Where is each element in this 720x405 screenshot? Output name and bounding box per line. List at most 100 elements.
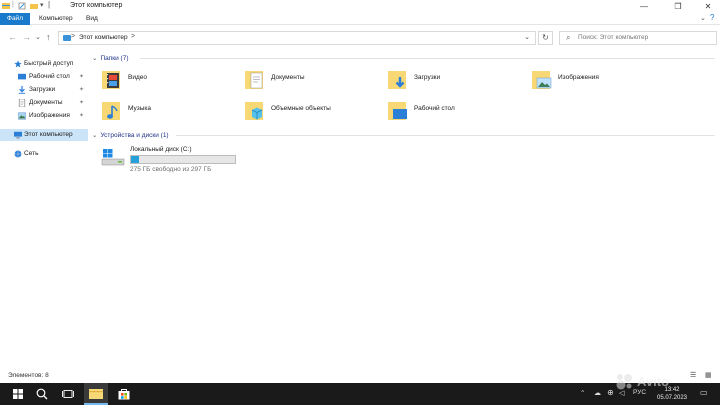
folders-group-divider — [140, 58, 715, 59]
3d-objects-folder-icon — [245, 102, 263, 120]
title-divider: | — [12, 1, 14, 8]
store-icon — [118, 389, 130, 400]
sidebar-item-desktop[interactable]: Рабочий стол ✦ — [0, 71, 88, 83]
ribbon-tabs: Файл Компьютер Вид ⌄ ? — [0, 13, 720, 25]
clock-date: 05.07.2023 — [656, 395, 688, 401]
notifications-icon[interactable]: ▭ — [700, 388, 708, 397]
new-folder-icon[interactable] — [30, 2, 38, 10]
collapse-chevron-icon[interactable]: ⌄ — [92, 132, 97, 139]
folder-video[interactable]: Видео — [102, 69, 242, 95]
pin-icon: ✦ — [79, 113, 85, 119]
back-button[interactable]: ← — [8, 32, 17, 42]
taskbar: ⌃ ☁ ⊕ ◁ РУС 13:42 05.07.2023 ▭ Avito — [0, 374, 720, 405]
navigation-bar: ← → ⌄ ↑ > Этот компьютер > ⌄ ↻ ⌕ Поиск: … — [0, 26, 720, 48]
breadcrumb-this-pc[interactable]: Этот компьютер — [79, 34, 128, 41]
music-folder-icon — [102, 102, 120, 120]
folder-music[interactable]: Музыка — [102, 100, 242, 126]
details-view-icon[interactable]: ☰ — [690, 371, 696, 379]
onedrive-icon[interactable]: ☁ — [594, 389, 601, 397]
collapse-chevron-icon[interactable]: ⌄ — [92, 55, 97, 62]
title-bar: | ▾ | Этот компьютер — ❐ ✕ — [0, 0, 720, 13]
folder-downloads[interactable]: Загрузки — [388, 69, 528, 95]
pictures-folder-icon — [532, 71, 552, 89]
computer-icon — [14, 131, 22, 139]
search-box[interactable]: ⌕ Поиск: Этот компьютер — [559, 31, 717, 45]
drive-name: Локальный диск (C:) — [130, 146, 192, 153]
downloads-folder-icon — [388, 71, 406, 89]
devices-group-divider — [176, 135, 715, 136]
breadcrumb-separator[interactable]: > — [71, 33, 75, 40]
up-button[interactable]: ↑ — [46, 32, 51, 42]
desktop-folder-icon — [388, 102, 407, 120]
avito-logo-icon — [616, 374, 632, 390]
desktop-icon — [18, 73, 26, 80]
documents-icon — [18, 99, 26, 107]
minimize-button[interactable]: — — [632, 0, 656, 13]
search-taskbar-button[interactable] — [30, 383, 54, 405]
content-pane: ⌄ Папки (7) Видео Документы Загрузки Изоб… — [90, 52, 720, 366]
navigation-pane: Быстрый доступ Рабочий стол ✦ Загрузки ✦… — [0, 52, 88, 366]
documents-folder-icon — [245, 71, 263, 89]
item-count: Элементов: 8 — [8, 372, 49, 379]
devices-group-header[interactable]: ⌄ Устройства и диски (1) — [92, 131, 169, 139]
network-tray-icon[interactable]: ⊕ — [607, 388, 614, 397]
pin-icon: ✦ — [79, 74, 85, 80]
windows-logo-icon — [13, 389, 23, 399]
drive-usage-bar — [130, 155, 236, 164]
file-explorer-icon — [89, 388, 103, 399]
sidebar-item-this-pc[interactable]: Этот компьютер — [0, 129, 88, 141]
network-icon — [14, 150, 22, 158]
tab-computer[interactable]: Компьютер — [34, 13, 78, 25]
star-icon — [14, 60, 22, 68]
store-taskbar-button[interactable] — [112, 383, 136, 405]
address-bar[interactable]: > Этот компьютер > ⌄ — [58, 31, 536, 45]
show-hidden-icons-icon[interactable]: ⌃ — [580, 389, 585, 397]
breadcrumb-separator-2[interactable]: > — [131, 33, 135, 40]
drive-usage-fill — [131, 156, 139, 163]
video-folder-icon — [102, 71, 120, 89]
quick-access-chevron-icon[interactable]: ▾ — [40, 1, 44, 9]
refresh-button[interactable]: ↻ — [538, 31, 553, 45]
avito-watermark: Avito — [614, 371, 669, 391]
folders-group-header[interactable]: ⌄ Папки (7) — [92, 54, 128, 62]
sidebar-item-documents[interactable]: Документы ✦ — [0, 97, 88, 109]
sidebar-item-network[interactable]: Сеть — [0, 148, 88, 160]
pin-icon: ✦ — [79, 87, 85, 93]
properties-icon[interactable] — [18, 2, 26, 10]
drive-local-disk-c[interactable]: Локальный диск (C:) 275 ГБ свободно из 2… — [100, 146, 250, 176]
title-divider-2: | — [48, 0, 51, 9]
download-icon — [18, 86, 26, 94]
pictures-icon — [18, 112, 26, 120]
folder-3d-objects[interactable]: Объемные объекты — [245, 100, 385, 126]
search-icon — [36, 388, 48, 400]
search-input[interactable]: Поиск: Этот компьютер — [578, 34, 648, 41]
sidebar-item-quick-access[interactable]: Быстрый доступ — [0, 58, 88, 70]
tab-view[interactable]: Вид — [81, 13, 103, 25]
maximize-button[interactable]: ❐ — [666, 0, 690, 13]
drive-free-space: 275 ГБ свободно из 297 ГБ — [130, 166, 212, 173]
tab-file[interactable]: Файл — [0, 13, 30, 25]
folder-desktop[interactable]: Рабочий стол — [388, 100, 528, 126]
large-icons-view-icon[interactable]: ▦ — [705, 371, 712, 379]
address-dropdown-icon[interactable]: ⌄ — [524, 33, 530, 41]
recent-locations-icon[interactable]: ⌄ — [35, 33, 41, 41]
start-button[interactable] — [6, 383, 30, 405]
search-icon: ⌕ — [566, 33, 571, 42]
explorer-icon — [2, 3, 10, 9]
window-title: Этот компьютер — [70, 2, 123, 9]
status-bar: Элементов: 8 ☰ ▦ — [0, 370, 720, 382]
task-view-icon — [62, 390, 74, 398]
computer-icon — [63, 35, 71, 41]
local-disk-icon — [101, 149, 125, 166]
folder-pictures[interactable]: Изображения — [532, 69, 672, 95]
task-view-button[interactable] — [56, 383, 80, 405]
forward-button[interactable]: → — [22, 32, 31, 42]
expand-ribbon-icon[interactable]: ⌄ — [700, 14, 706, 22]
pin-icon: ✦ — [79, 100, 85, 106]
sidebar-item-downloads[interactable]: Загрузки ✦ — [0, 84, 88, 96]
close-button[interactable]: ✕ — [696, 0, 720, 13]
file-explorer-taskbar-button[interactable] — [84, 383, 108, 405]
folder-documents[interactable]: Документы — [245, 69, 385, 95]
sidebar-item-pictures[interactable]: Изображения ✦ — [0, 110, 88, 122]
help-icon[interactable]: ? — [710, 13, 714, 22]
